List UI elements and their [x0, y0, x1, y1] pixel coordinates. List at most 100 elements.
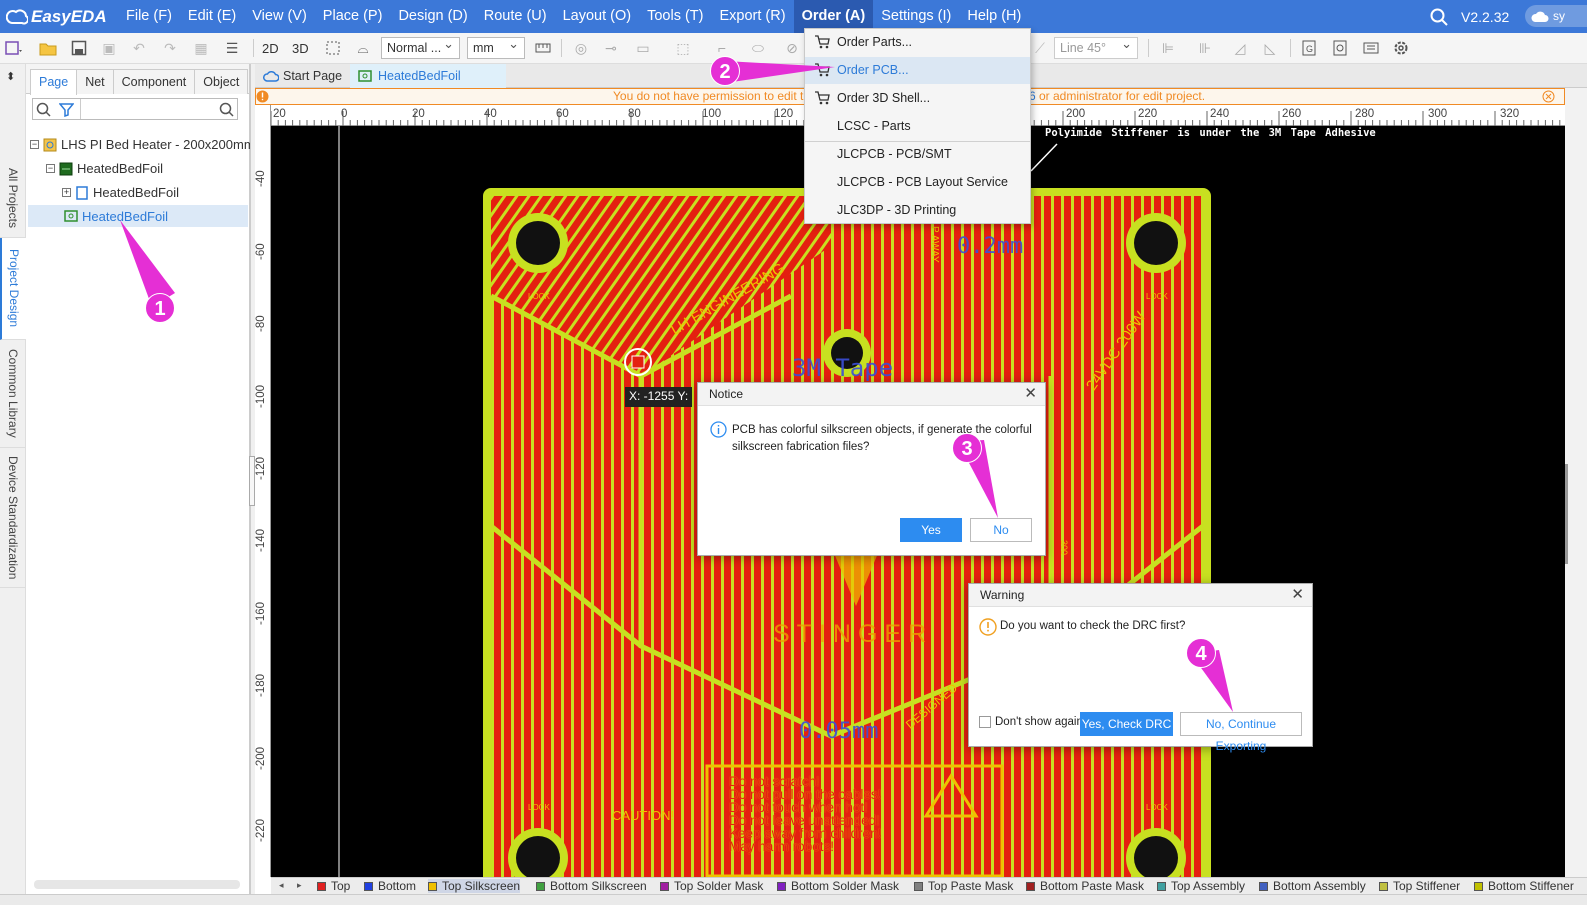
layer-top-assembly[interactable]: Top Assembly — [1157, 879, 1245, 893]
close-icon[interactable]: ✕ — [1024, 386, 1037, 402]
pick-place-icon[interactable] — [1361, 38, 1381, 58]
tab-object[interactable]: Object — [194, 69, 249, 94]
undo-icon[interactable]: ↶ — [129, 38, 149, 58]
tab-heatedbedfoil[interactable]: HeatedBedFoil — [350, 64, 506, 88]
ruler-label: 280 — [1355, 108, 1375, 120]
via-icon[interactable]: ◎ — [571, 38, 591, 58]
search-submit-icon[interactable] — [219, 102, 234, 117]
menu-item-jlcpcb-layout-service[interactable]: JLCPCB - PCB Layout Service — [805, 169, 1030, 196]
flip-h-icon[interactable]: ◿ — [1230, 38, 1250, 58]
tab-start-page[interactable]: Start Page — [255, 64, 349, 88]
align-icon[interactable]: ⊫ — [1158, 38, 1178, 58]
continue-exporting-button[interactable]: No, Continue Exporting — [1180, 712, 1302, 753]
menu-file[interactable]: File (F) — [118, 0, 180, 33]
tab-net[interactable]: Net — [76, 69, 114, 94]
layer-top[interactable]: Top — [317, 879, 350, 893]
measure-icon[interactable] — [533, 38, 553, 58]
layer-bottom-paste-mask[interactable]: Bottom Paste Mask — [1026, 879, 1144, 893]
menu-item-jlcpcb-pcb-smt[interactable]: JLCPCB - PCB/SMT — [805, 141, 1030, 168]
scroll-right-icon[interactable]: ▸ — [297, 880, 302, 891]
menu-route[interactable]: Route (U) — [476, 0, 555, 33]
mode-select[interactable]: Normal ... — [381, 34, 460, 59]
redo-icon[interactable]: ↷ — [160, 38, 180, 58]
check-drc-button[interactable]: Yes, Check DRC — [1080, 712, 1173, 736]
line-tool-icon[interactable]: ⟋ — [1030, 38, 1050, 58]
layer-label: Top Stiffener — [1393, 879, 1461, 893]
menu-item-label: JLCPCB - PCB Layout Service — [837, 175, 1008, 189]
tab-all-projects[interactable]: All Projects — [0, 160, 26, 238]
layer-top-silkscreen[interactable]: Top Silkscreen — [428, 879, 521, 893]
layer-bottom-solder-mask[interactable]: Bottom Solder Mask — [777, 879, 899, 893]
tree-schematic[interactable]: + HeatedBedFoil — [62, 185, 179, 200]
scroll-thumb[interactable] — [1565, 464, 1568, 564]
menu-layout[interactable]: Layout (O) — [555, 0, 640, 33]
select-area-icon[interactable] — [323, 38, 343, 58]
bom-icon[interactable] — [1330, 38, 1350, 58]
rect-tool-icon[interactable]: ▭ — [633, 38, 653, 58]
grid-icon[interactable]: ▦ — [191, 38, 211, 58]
view-2d-button[interactable]: 2D — [262, 41, 279, 56]
layer-bottom-assembly[interactable]: Bottom Assembly — [1259, 879, 1366, 893]
distribute-icon[interactable]: ⊪ — [1195, 38, 1215, 58]
unit-select-value: mm — [473, 41, 494, 55]
gear-icon[interactable] — [1391, 38, 1411, 58]
pin-icon[interactable]: ⊸ — [601, 38, 621, 58]
line-angle-select[interactable]: Line 45° — [1054, 34, 1138, 59]
tab-component[interactable]: Component — [112, 69, 196, 94]
dont-show-again-checkbox[interactable] — [979, 716, 991, 728]
warning-icon — [256, 90, 269, 103]
save-icon[interactable] — [69, 38, 89, 58]
region-tool-icon[interactable]: ⬚ — [673, 38, 693, 58]
expand-icon[interactable]: + — [62, 188, 71, 197]
pcb-tools-icon[interactable] — [4, 38, 24, 58]
layer-icon[interactable]: ⌓ — [353, 38, 373, 58]
list-icon[interactable]: ☰ — [222, 38, 242, 58]
close-icon[interactable]: ✕ — [1291, 587, 1304, 603]
toolbar-divider — [561, 39, 562, 57]
menu-edit[interactable]: Edit (E) — [180, 0, 244, 33]
dimension-label: 0.05mm — [799, 719, 879, 744]
account-badge[interactable]: sy — [1525, 5, 1587, 27]
menu-export[interactable]: Export (R) — [712, 0, 794, 33]
coordinate-readout: X: -1255 Y: — [625, 387, 693, 407]
dont-show-again-option[interactable]: Don't show again — [979, 716, 1083, 728]
tree-project[interactable]: − LHS PI Bed Heater - 200x200mm — [30, 137, 255, 152]
view-3d-button[interactable]: 3D — [292, 41, 309, 56]
menu-item-order-parts[interactable]: Order Parts... — [805, 29, 1030, 56]
layer-bottom[interactable]: Bottom — [364, 879, 416, 893]
filter-icon[interactable] — [59, 102, 74, 117]
menu-view[interactable]: View (V) — [244, 0, 315, 33]
panel-scrollbar[interactable] — [34, 880, 240, 889]
menu-design[interactable]: Design (D) — [390, 0, 475, 33]
tab-common-library[interactable]: Common Library — [0, 340, 26, 448]
menu-item-jlc3dp-printing[interactable]: JLC3DP - 3D Printing — [805, 197, 1030, 224]
search-icon[interactable] — [36, 102, 51, 117]
menu-item-lcsc-parts[interactable]: LCSC - Parts — [805, 113, 1030, 140]
lock-label: LOCK — [1146, 292, 1168, 301]
scroll-left-icon[interactable]: ◂ — [279, 880, 284, 891]
gerber-icon[interactable]: G — [1299, 38, 1319, 58]
layer-bottom-stiffener[interactable]: Bottom Stiffener — [1474, 879, 1574, 893]
unit-select[interactable]: mm — [467, 34, 525, 59]
layer-top-paste-mask[interactable]: Top Paste Mask — [914, 879, 1013, 893]
tab-page[interactable]: Page — [30, 69, 78, 95]
tree-board[interactable]: − HeatedBedFoil — [46, 161, 163, 176]
collapse-icon[interactable]: − — [46, 164, 55, 173]
tab-device-standardization[interactable]: Device Standardization — [0, 448, 26, 588]
pin-icon[interactable]: ⬍ — [6, 70, 15, 83]
toolbar-divider — [253, 39, 254, 57]
tab-project-design[interactable]: Project Design — [0, 238, 26, 340]
layer-top-stiffener[interactable]: Top Stiffener — [1379, 879, 1460, 893]
save-copy-icon[interactable]: ▣ — [99, 38, 119, 58]
close-icon[interactable] — [1542, 90, 1555, 103]
search-icon[interactable] — [1430, 8, 1448, 26]
menu-place[interactable]: Place (P) — [315, 0, 391, 33]
menu-tools[interactable]: Tools (T) — [639, 0, 711, 33]
collapse-icon[interactable]: − — [30, 140, 39, 149]
vertical-scrollbar[interactable] — [1565, 88, 1587, 877]
open-folder-icon[interactable] — [38, 38, 58, 58]
layer-top-solder-mask[interactable]: Top Solder Mask — [660, 879, 763, 893]
panel-search-input[interactable] — [32, 98, 238, 120]
layer-bottom-silkscreen[interactable]: Bottom Silkscreen — [536, 879, 647, 893]
flip-v-icon[interactable]: ◺ — [1260, 38, 1280, 58]
